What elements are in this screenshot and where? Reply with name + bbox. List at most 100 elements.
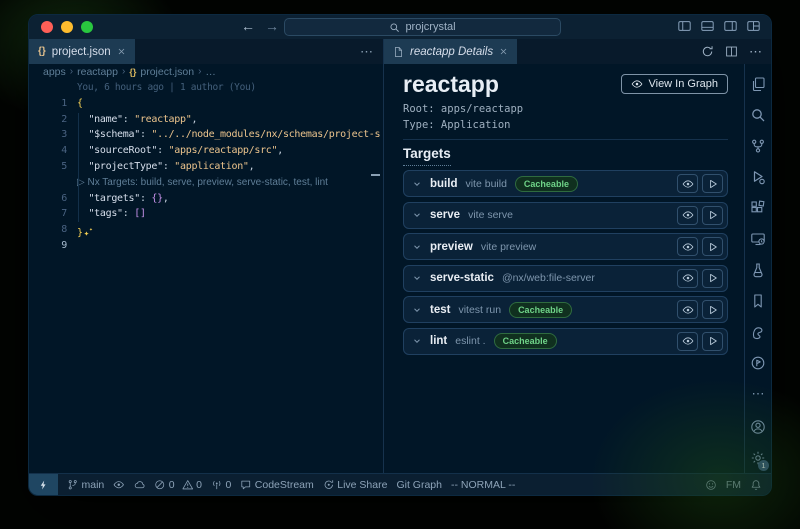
settings-gear-icon[interactable]: 1	[745, 442, 771, 473]
target-actions	[677, 332, 723, 351]
toggle-secondary-sidebar-icon[interactable]	[723, 19, 738, 33]
command-center-search[interactable]: projcrystal	[284, 18, 561, 36]
remote-indicator[interactable]	[29, 474, 58, 495]
run-target-button[interactable]	[702, 269, 723, 288]
more-views-icon[interactable]: ⋯	[745, 378, 771, 409]
code-line: 6 "targets": {},	[29, 191, 383, 207]
customize-layout-icon[interactable]	[746, 19, 761, 33]
chevron-down-icon[interactable]	[412, 210, 422, 220]
chevron-down-icon[interactable]	[412, 336, 422, 346]
line-content: "projectType": "application",	[77, 159, 254, 175]
run-target-button[interactable]	[702, 206, 723, 225]
more-actions-icon[interactable]: ⋯	[749, 44, 762, 60]
target-row[interactable]: lint eslint . Cacheable	[403, 328, 728, 355]
problems-item[interactable]: 0 0	[154, 479, 202, 491]
target-row[interactable]: serve-static @nx/web:file-server	[403, 265, 728, 292]
line-number: 1	[29, 96, 77, 112]
vim-mode-indicator[interactable]: -- NORMAL --	[451, 479, 515, 491]
testing-icon[interactable]	[745, 254, 771, 285]
close-tab-icon[interactable]	[117, 47, 126, 56]
target-name: preview	[430, 241, 473, 253]
toggle-panel-icon[interactable]	[700, 19, 715, 33]
git-branch-item[interactable]: main	[67, 479, 104, 491]
ports-item[interactable]: 0	[211, 479, 231, 491]
target-row[interactable]: build vite build Cacheable	[403, 170, 728, 197]
view-target-button[interactable]	[677, 237, 698, 256]
window-controls	[41, 21, 93, 33]
git-graph-item[interactable]: Git Graph	[396, 479, 442, 491]
target-row[interactable]: test vitest run Cacheable	[403, 296, 728, 323]
source-control-icon[interactable]	[745, 130, 771, 161]
account-icon[interactable]	[745, 411, 771, 442]
target-name: serve	[430, 209, 460, 221]
nx-console-icon[interactable]	[745, 316, 771, 347]
view-target-button[interactable]	[677, 206, 698, 225]
code-area[interactable]: You, 6 hours ago | 1 author (You)1{2 "na…	[29, 79, 383, 473]
extensions-icon[interactable]	[745, 192, 771, 223]
codetour-icon[interactable]	[745, 347, 771, 378]
json-editor: apps › reactapp › {} project.json › … Yo…	[29, 64, 384, 473]
breadcrumb-more[interactable]: …	[205, 66, 216, 78]
target-actions	[677, 300, 723, 319]
tab-reactapp-details[interactable]: reactapp Details	[384, 39, 518, 64]
close-button[interactable]	[41, 21, 53, 33]
target-row[interactable]: preview vite preview	[403, 233, 728, 260]
split-editor-icon[interactable]	[725, 45, 738, 58]
live-share-item[interactable]: Live Share	[323, 479, 388, 491]
zoom-button[interactable]	[81, 21, 93, 33]
forward-icon[interactable]: →	[265, 18, 279, 34]
chevron-down-icon[interactable]	[412, 179, 422, 189]
breadcrumb-item[interactable]: reactapp	[77, 66, 118, 78]
cacheable-badge: Cacheable	[494, 333, 557, 349]
play-icon	[707, 209, 719, 221]
search-icon[interactable]	[745, 99, 771, 130]
codestream-item[interactable]: CodeStream	[240, 479, 313, 491]
line-number: 3	[29, 127, 77, 143]
line-number: 7	[29, 206, 77, 222]
line-number: 4	[29, 143, 77, 159]
view-in-graph-button[interactable]: View In Graph	[621, 74, 728, 94]
lens-line[interactable]: ▷ Nx Targets: build, serve, preview, ser…	[29, 175, 383, 191]
feedback-smiley-icon[interactable]	[705, 479, 717, 491]
gitlens-blame-toggle[interactable]	[113, 479, 125, 491]
back-icon[interactable]: ←	[241, 18, 255, 34]
target-actions	[677, 174, 723, 193]
breadcrumb-item[interactable]: apps	[43, 66, 66, 78]
json-file-icon: {}	[38, 46, 46, 57]
more-tabs-icon[interactable]: ⋯	[360, 39, 383, 64]
view-target-button[interactable]	[677, 174, 698, 193]
target-row[interactable]: serve vite serve	[403, 202, 728, 229]
editor-actions: ⋯	[701, 39, 771, 64]
toggle-primary-sidebar-icon[interactable]	[677, 19, 692, 33]
minimize-button[interactable]	[61, 21, 73, 33]
sync-changes-item[interactable]	[134, 479, 146, 491]
indent-guide	[78, 113, 79, 222]
view-target-button[interactable]	[677, 300, 698, 319]
run-target-button[interactable]	[702, 300, 723, 319]
notifications-bell-icon[interactable]	[750, 479, 762, 491]
bookmarks-icon[interactable]	[745, 285, 771, 316]
run-target-button[interactable]	[702, 332, 723, 351]
tab-project-json[interactable]: {} project.json	[29, 39, 136, 64]
view-target-button[interactable]	[677, 332, 698, 351]
eye-icon	[682, 272, 694, 284]
code-line: 5 "projectType": "application",	[29, 159, 383, 175]
close-tab-icon[interactable]	[499, 47, 508, 56]
breadcrumb-item[interactable]: project.json	[140, 66, 194, 78]
chevron-down-icon[interactable]	[412, 273, 422, 283]
run-target-button[interactable]	[702, 237, 723, 256]
line-content: }✦✦	[77, 222, 93, 238]
refresh-icon[interactable]	[701, 45, 714, 58]
run-target-button[interactable]	[702, 174, 723, 193]
run-debug-icon[interactable]	[745, 161, 771, 192]
chevron-down-icon[interactable]	[412, 305, 422, 315]
fm-indicator[interactable]: FM	[726, 479, 741, 491]
remote-explorer-icon[interactable]	[745, 223, 771, 254]
target-name: build	[430, 178, 457, 190]
view-target-button[interactable]	[677, 269, 698, 288]
chevron-down-icon[interactable]	[412, 242, 422, 252]
eye-icon	[631, 78, 643, 90]
titlebar: ← → projcrystal	[29, 15, 771, 39]
code-rows: You, 6 hours ago | 1 author (You)1{2 "na…	[29, 80, 383, 254]
explorer-icon[interactable]	[745, 68, 771, 99]
